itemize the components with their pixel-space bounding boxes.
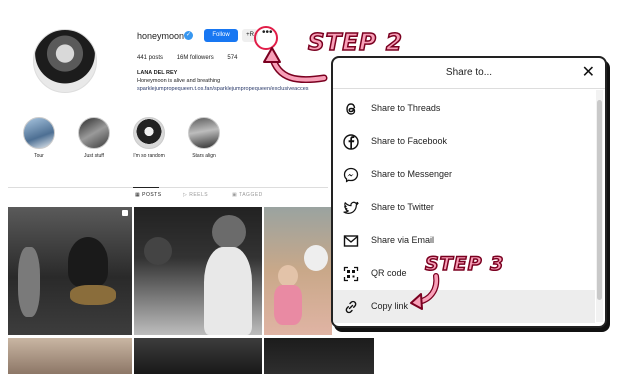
share-item-label: Share to Messenger bbox=[371, 169, 453, 179]
share-facebook-item[interactable]: Share to Facebook bbox=[333, 125, 595, 158]
tab-posts[interactable]: ▦ POSTS bbox=[135, 192, 162, 198]
highlight-label: Tour bbox=[34, 153, 44, 159]
share-item-label: Share to Facebook bbox=[371, 136, 448, 146]
following-count[interactable]: 574 bbox=[227, 55, 237, 61]
facebook-icon bbox=[343, 134, 359, 150]
profile-full-name: LANA DEL REY bbox=[137, 70, 178, 76]
highlight-im-so-random[interactable]: I'm so random bbox=[130, 117, 168, 159]
tab-posts-label: POSTS bbox=[142, 192, 162, 198]
highlight-label: Just stuff bbox=[84, 153, 104, 159]
share-item-label: Share via Email bbox=[371, 235, 435, 245]
highlight-label: Stars align bbox=[192, 153, 216, 159]
share-item-label: Share to Threads bbox=[371, 103, 441, 113]
tabs-divider bbox=[8, 187, 328, 188]
tab-tagged[interactable]: ▣ TAGGED bbox=[232, 192, 263, 198]
share-messenger-item[interactable]: Share to Messenger bbox=[333, 158, 595, 191]
share-item-label: QR code bbox=[371, 268, 407, 278]
threads-icon bbox=[346, 103, 356, 115]
share-twitter-item[interactable]: Share to Twitter bbox=[333, 191, 595, 224]
highlight-tour[interactable]: Tour bbox=[20, 117, 58, 159]
profile-bio: Honeymoon is alive and breathing bbox=[137, 78, 221, 84]
close-icon[interactable]: ✕ bbox=[582, 62, 595, 84]
highlight-stars-align[interactable]: Stars align bbox=[185, 117, 223, 159]
share-threads-item[interactable]: Share to Threads bbox=[333, 92, 595, 125]
multi-post-icon bbox=[122, 210, 128, 216]
share-item-label: Copy link bbox=[371, 301, 409, 311]
post-thumbnail[interactable] bbox=[134, 338, 262, 374]
email-icon bbox=[343, 235, 359, 247]
followers-count[interactable]: 16M followers bbox=[177, 55, 214, 61]
scrollbar-thumb[interactable] bbox=[597, 100, 602, 300]
post-thumbnail[interactable] bbox=[264, 338, 374, 374]
tab-reels[interactable]: ▷ REELS bbox=[183, 192, 208, 198]
follow-button[interactable]: Follow bbox=[204, 29, 238, 42]
tab-reels-label: REELS bbox=[189, 192, 209, 198]
twitter-icon bbox=[343, 201, 359, 214]
tab-tagged-label: TAGGED bbox=[239, 192, 263, 198]
post-thumbnail[interactable] bbox=[8, 207, 132, 335]
share-item-label: Share to Twitter bbox=[371, 202, 434, 212]
copy-link-item[interactable]: Copy link bbox=[333, 290, 595, 323]
post-thumbnail[interactable] bbox=[8, 338, 132, 374]
highlight-cover bbox=[133, 117, 165, 149]
more-options-icon[interactable]: ••• bbox=[262, 27, 273, 38]
share-dialog-title: Share to... bbox=[445, 67, 493, 78]
dialog-scrollbar[interactable] bbox=[596, 90, 603, 322]
highlight-cover bbox=[78, 117, 110, 149]
highlight-just-stuff[interactable]: Just stuff bbox=[75, 117, 113, 159]
highlight-cover bbox=[188, 117, 220, 149]
active-tab-indicator bbox=[133, 187, 159, 188]
step2-arrow-icon bbox=[263, 47, 328, 84]
verified-badge-icon: ✓ bbox=[184, 31, 193, 40]
profile-stats: 441 posts 16M followers 574 bbox=[137, 55, 249, 61]
share-dialog: Share to... ✕ Share to Threads Share to … bbox=[331, 56, 607, 328]
messenger-icon bbox=[343, 167, 359, 183]
qr-code-icon bbox=[343, 266, 359, 282]
tagged-icon: ▣ bbox=[232, 192, 240, 198]
post-thumbnail[interactable] bbox=[134, 207, 262, 335]
posts-count[interactable]: 441 posts bbox=[137, 55, 163, 61]
profile-avatar[interactable] bbox=[33, 29, 97, 93]
post-thumbnail[interactable] bbox=[264, 207, 332, 335]
highlight-label: I'm so random bbox=[133, 153, 165, 159]
dialog-divider bbox=[333, 88, 605, 89]
step3-arrow-icon bbox=[410, 273, 440, 310]
highlight-cover bbox=[23, 117, 55, 149]
link-icon bbox=[345, 300, 357, 314]
profile-username: honeymoon bbox=[137, 31, 185, 41]
